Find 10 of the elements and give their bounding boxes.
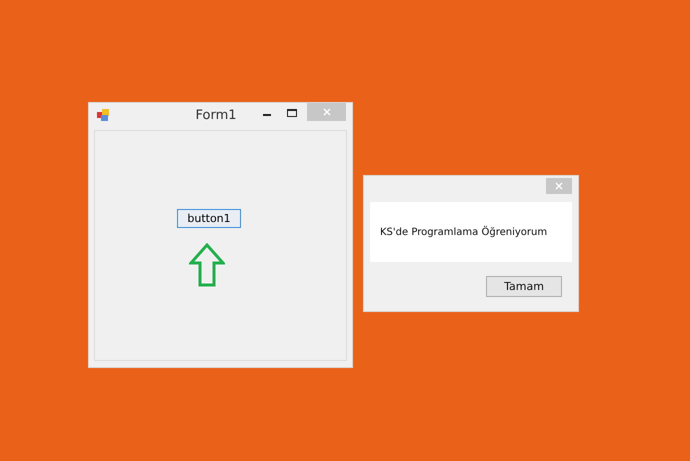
up-arrow-icon [189,243,225,287]
window-title: Form1 [194,108,238,122]
app-icon [97,109,109,121]
close-icon [555,182,563,190]
maximize-icon[interactable] [287,109,297,117]
form-button[interactable]: button1 [177,209,241,228]
close-icon [322,108,330,116]
message-text: KS'de Programlama Öğreniyorum [380,226,548,238]
minimize-icon[interactable] [263,114,271,116]
ok-button[interactable]: Tamam [486,276,562,297]
